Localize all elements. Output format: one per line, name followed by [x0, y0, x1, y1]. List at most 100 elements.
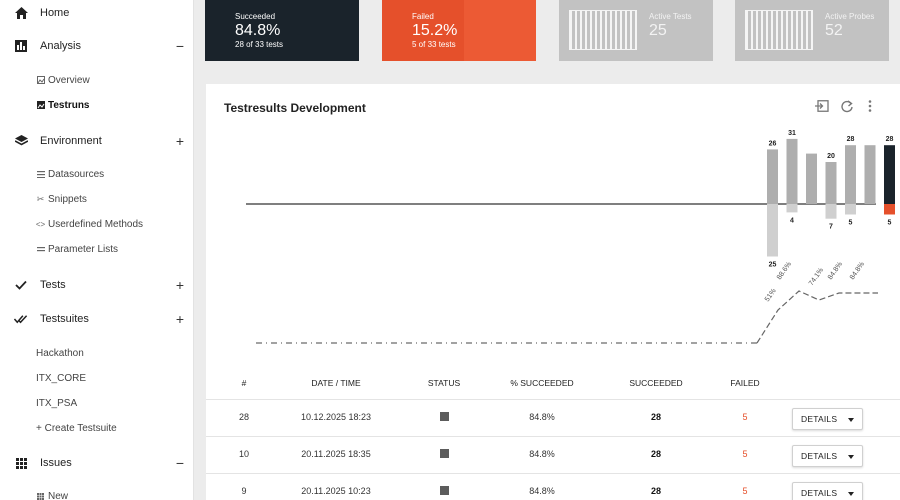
table-row[interactable]: 28 10.12.2025 18:23 84.8% 28 5 DETAILS — [206, 399, 900, 436]
nav-item-create-testsuite[interactable]: + Create Testsuite — [0, 419, 193, 437]
table-row[interactable]: 9 20.11.2025 10:23 84.8% 28 5 DETAILS — [206, 473, 900, 500]
bar-label-top: 28 — [847, 136, 855, 143]
status-square-icon — [439, 449, 449, 458]
bar-label-bottom: 5 — [849, 220, 853, 227]
nav-analysis[interactable]: Analysis − — [0, 34, 193, 58]
kpi-subtext: 28 of 33 tests — [235, 40, 284, 49]
collapse-icon[interactable]: − — [176, 39, 184, 53]
kpi-title: Succeeded — [235, 12, 276, 21]
failed-bar — [786, 204, 798, 213]
nav-item-label: Snippets — [48, 193, 87, 205]
success-bar — [884, 145, 895, 204]
collapse-icon[interactable]: − — [176, 456, 184, 470]
details-button[interactable]: DETAILS — [792, 482, 863, 500]
scissors-icon: ✂ — [36, 193, 45, 204]
cell-number: 28 — [238, 412, 249, 422]
nav-item-label: Parameter Lists — [48, 243, 119, 255]
expand-icon[interactable]: + — [176, 312, 184, 326]
refresh-icon[interactable] — [839, 98, 855, 114]
nav-issues-label: Issues — [40, 457, 72, 469]
nav-issues[interactable]: Issues − — [0, 451, 193, 475]
expand-icon[interactable]: + — [176, 134, 184, 148]
percent-label: 51% — [764, 288, 778, 303]
nav-item-label: Userdefined Methods — [48, 218, 144, 230]
details-label: DETAILS — [801, 451, 838, 461]
nav-item-new[interactable]: New — [0, 487, 193, 500]
kpi-value: 52 — [825, 22, 843, 39]
bar-label-bottom: 25 — [769, 262, 777, 269]
percent-label: 88.6% — [776, 261, 793, 281]
kpi-subtext: 5 of 33 tests — [412, 40, 456, 49]
percent-label: 84.8% — [849, 261, 866, 281]
nav-item-snippets[interactable]: ✂ Snippets — [0, 190, 193, 208]
kpi-value: 15.2% — [412, 22, 458, 39]
cell-succeeded: 28 — [650, 449, 661, 459]
nav-item-parameter-lists[interactable]: Parameter Lists — [0, 240, 193, 258]
kpi-active-tests[interactable]: Active Tests 25 — [559, 0, 713, 61]
nav-item-hackathon[interactable]: Hackathon — [0, 344, 193, 362]
layers-icon — [14, 134, 28, 148]
cell-succeeded: 28 — [650, 486, 661, 496]
success-bar — [845, 145, 856, 204]
success-bar — [864, 145, 876, 204]
nav-item-testruns[interactable]: Testruns — [0, 96, 193, 114]
kpi-value: 25 — [649, 22, 667, 39]
image-icon — [36, 101, 45, 110]
nav-item-userdefined-methods[interactable]: <> Userdefined Methods — [0, 215, 193, 233]
details-button[interactable]: DETAILS — [792, 445, 863, 467]
image-icon — [36, 76, 45, 85]
list-icon — [36, 245, 45, 254]
nav-item-itx-core[interactable]: ITX_CORE — [0, 369, 193, 387]
nav-tests[interactable]: Tests + — [0, 273, 193, 297]
more-vert-icon[interactable] — [862, 98, 878, 114]
nav-environment[interactable]: Environment + — [0, 129, 193, 153]
nav-item-label: + Create Testsuite — [36, 422, 117, 434]
col-header-number: # — [241, 378, 247, 388]
expand-icon[interactable]: + — [176, 278, 184, 292]
percent-label: 84.8% — [827, 261, 844, 281]
cell-datetime: 10.12.2025 18:23 — [300, 412, 372, 422]
kpi-succeeded[interactable]: Succeeded 84.8% 28 of 33 tests — [205, 0, 359, 61]
col-header-pct-succeeded: % SUCCEEDED — [510, 378, 574, 388]
nav-item-label: Testruns — [48, 99, 90, 111]
cell-failed: 5 — [742, 412, 748, 422]
testresults-chart: 2625314207285285 51%88.6% 74.1% 84.8% 84.8% — [246, 130, 895, 344]
success-bar — [786, 138, 798, 204]
check-icon — [14, 278, 28, 292]
nav-item-datasources[interactable]: Datasources — [0, 165, 193, 183]
nav-item-overview[interactable]: Overview — [0, 71, 193, 89]
details-button[interactable]: DETAILS — [792, 408, 863, 430]
col-header-failed: FAILED — [730, 378, 760, 388]
cell-failed: 5 — [742, 449, 748, 459]
home-icon — [14, 6, 28, 20]
nav-analysis-label: Analysis — [40, 40, 81, 52]
bar-label-top: 26 — [769, 140, 777, 147]
apps-grid-icon — [36, 492, 45, 500]
cell-pct-succeeded: 84.8% — [529, 449, 555, 459]
import-icon[interactable] — [814, 98, 830, 114]
nav-item-label: Hackathon — [36, 347, 84, 359]
nav-item-label: Datasources — [48, 168, 105, 180]
bar-label-bottom: 7 — [829, 224, 833, 231]
kpi-title: Failed — [412, 12, 434, 21]
table-row[interactable]: 10 20.11.2025 18:35 84.8% 28 5 DETAILS — [206, 436, 900, 473]
details-label: DETAILS — [801, 414, 838, 424]
failed-bar — [767, 204, 778, 257]
nav-tests-label: Tests — [40, 279, 66, 291]
nav-testsuites[interactable]: Testsuites + — [0, 307, 193, 331]
nav-home-label: Home — [40, 7, 70, 19]
nav-item-itx-psa[interactable]: ITX_PSA — [0, 394, 193, 412]
status-square-icon — [439, 412, 449, 421]
kpi-failed[interactable]: Failed 15.2% 5 of 33 tests — [382, 0, 536, 61]
percent-line — [756, 290, 878, 344]
cell-number: 10 — [238, 449, 249, 459]
cell-pct-succeeded: 84.8% — [529, 412, 555, 422]
kpi-active-probes[interactable]: Active Probes 52 — [735, 0, 889, 61]
nav-home[interactable]: Home — [0, 1, 193, 25]
bar-label-top: 20 — [827, 153, 835, 160]
nav-item-label: Overview — [48, 74, 90, 86]
nav-item-label: ITX_CORE — [36, 372, 87, 384]
barcode-icon — [745, 10, 813, 50]
kpi-value: 84.8% — [235, 22, 281, 39]
cell-number: 9 — [241, 486, 247, 496]
